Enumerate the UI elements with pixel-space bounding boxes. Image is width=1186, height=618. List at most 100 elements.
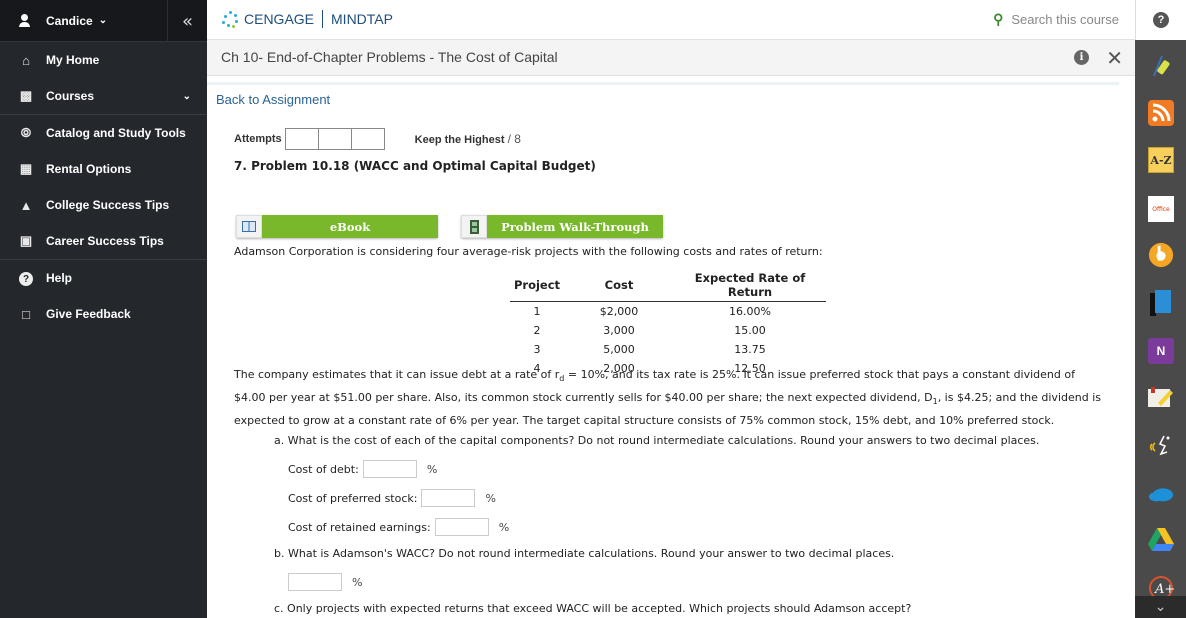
onenote-icon[interactable]: N <box>1148 338 1174 364</box>
sidebar-item-label: My Home <box>46 53 100 67</box>
sidebar-item-rental-options[interactable]: ▦ Rental Options <box>0 151 207 187</box>
scroll-down-button[interactable]: ⌄ <box>1135 596 1186 618</box>
wacc-input[interactable] <box>288 573 342 591</box>
question-b: b. What is Adamson's WACC? Do not round … <box>274 547 895 560</box>
return-cell: 15.00 <box>734 323 766 337</box>
sidebar-item-label: Catalog and Study Tools <box>46 126 186 140</box>
rss-icon[interactable] <box>1148 100 1174 126</box>
sidebar-item-help[interactable]: ? Help <box>0 260 207 296</box>
close-button[interactable]: ✕ <box>1106 46 1123 70</box>
sidebar-item-career-success[interactable]: ▣ Career Success Tips <box>0 223 207 259</box>
course-search[interactable]: ⚲ Search this course <box>993 11 1119 28</box>
activity-title: Ch 10- End-of-Chapter Problems - The Cos… <box>221 49 558 65</box>
activity-titlebar: Ch 10- End-of-Chapter Problems - The Cos… <box>207 40 1135 76</box>
collapse-sidebar-button[interactable]: « <box>167 0 207 42</box>
brand-name: CENGAGE <box>244 11 315 27</box>
svg-text:A+: A+ <box>1154 582 1174 597</box>
table-row: 2 3,000 15.00 <box>510 321 826 340</box>
sidebar-item-label: Help <box>46 271 73 285</box>
briefcase-icon: ▣ <box>19 233 33 248</box>
body-text: , is $4.25; and the dividend is <box>937 391 1101 405</box>
cengage-logo-icon <box>221 10 239 28</box>
column-header: Cost <box>564 270 674 302</box>
logo-divider <box>322 10 324 28</box>
attempts-row: Attempts Keep the Highest / 8 <box>234 128 521 150</box>
cost-cell: 5,000 <box>603 342 635 356</box>
sidebar-item-label: Courses <box>46 89 95 103</box>
problem-title: 7. Problem 10.18 (WACC and Optimal Capit… <box>234 159 596 173</box>
double-chevron-left-icon: « <box>181 10 193 32</box>
cengage-logo[interactable]: CENGAGE MINDTAP <box>221 10 393 28</box>
problem-walkthrough-button[interactable]: Problem Walk-Through <box>461 215 663 238</box>
project-cell: 2 <box>533 323 541 337</box>
wacc-row: % <box>284 573 362 591</box>
chevron-down-icon: ⌄ <box>1154 599 1167 615</box>
keep-highest: Keep the Highest / 8 <box>415 132 521 146</box>
info-icon[interactable]: i <box>1074 50 1089 65</box>
user-icon <box>18 13 32 28</box>
cost-of-preferred-stock-row: Cost of preferred stock: % <box>288 489 496 507</box>
a-z-glossary-icon[interactable]: A-Z <box>1148 147 1174 173</box>
question-circle-icon: ? <box>18 270 34 287</box>
home-icon: ⌂ <box>22 52 30 68</box>
sidebar-item-courses[interactable]: ▩ Courses ⌄ <box>0 78 207 114</box>
question-a: a. What is the cost of each of the capit… <box>274 434 1040 447</box>
cost-of-retained-earnings-row: Cost of retained earnings: % <box>288 518 509 536</box>
graduation-cap-icon: ▲ <box>19 197 33 213</box>
projects-table: Project Cost Expected Rate of Return 1 $… <box>510 270 826 378</box>
column-header: Project <box>510 270 564 302</box>
body-text: $4.00 per year at $51.00 per share. Also… <box>234 391 933 405</box>
ebook-button[interactable]: eBook <box>236 215 438 238</box>
sidebar-item-give-feedback[interactable]: □ Give Feedback <box>0 296 207 332</box>
onedrive-icon[interactable] <box>1148 480 1174 506</box>
readspeaker-icon[interactable] <box>1148 432 1174 458</box>
assignment-content: Back to Assignment Attempts Keep the Hig… <box>207 85 1135 618</box>
attempt-box <box>317 128 352 150</box>
help-button[interactable]: ? <box>1135 0 1186 40</box>
notes-icon[interactable] <box>1148 385 1174 411</box>
project-cell: 1 <box>533 304 541 318</box>
back-to-assignment-link[interactable]: Back to Assignment <box>216 92 330 107</box>
flashcards-icon[interactable] <box>1148 242 1174 268</box>
column-header: Expected Rate of Return <box>674 270 826 302</box>
cost-of-preferred-stock-input[interactable] <box>421 489 476 507</box>
unit-label: % <box>498 520 510 534</box>
cost-of-debt-row: Cost of debt: % <box>288 460 437 478</box>
sidebar-item-my-home[interactable]: ⌂ My Home <box>0 42 207 78</box>
sidebar-item-catalog[interactable]: ⦾ Catalog and Study Tools <box>0 115 207 151</box>
cost-of-retained-earnings-input[interactable] <box>434 518 489 536</box>
unit-label: % <box>352 575 363 589</box>
question-c: c. Only projects with expected returns t… <box>274 602 912 615</box>
highlighter-icon[interactable] <box>1148 52 1174 78</box>
user-menu[interactable]: Candice ⌄ <box>0 13 108 28</box>
field-label: Cost of preferred stock: <box>288 491 418 505</box>
user-name: Candice <box>46 13 93 28</box>
google-drive-icon[interactable] <box>1148 527 1174 553</box>
problem-body: The company estimates that it can issue … <box>234 365 1114 430</box>
cost-cell: 3,000 <box>603 323 635 337</box>
cost-of-debt-input[interactable] <box>362 460 417 478</box>
sidebar-item-college-success[interactable]: ▲ College Success Tips <box>0 187 207 223</box>
table-row: 1 $2,000 16.00% <box>510 302 826 321</box>
open-book-icon <box>236 215 262 238</box>
sidebar-item-label: Give Feedback <box>46 307 131 321</box>
top-header: CENGAGE MINDTAP ⚲ Search this course <box>207 0 1135 40</box>
body-text: The company estimates that it can issue … <box>234 368 560 381</box>
max-score: / 8 <box>507 132 521 146</box>
cost-cell: $2,000 <box>599 304 639 318</box>
help-icon: ? <box>1153 12 1169 28</box>
unit-label: % <box>426 462 438 476</box>
table-header-row: Project Cost Expected Rate of Return <box>510 270 826 302</box>
attempt-boxes <box>284 128 385 150</box>
field-label: Cost of retained earnings: <box>288 520 431 534</box>
open-book-icon: ▦ <box>19 161 33 176</box>
search-icon: ⚲ <box>993 11 1004 27</box>
chevron-down-icon: ⌄ <box>98 15 108 26</box>
office-icon[interactable]: Office <box>1148 196 1174 222</box>
film-icon <box>461 215 487 238</box>
attempt-box <box>284 128 319 150</box>
return-cell: 16.00% <box>729 304 771 318</box>
product-name: MINDTAP <box>331 11 393 27</box>
book-icon[interactable] <box>1148 290 1174 316</box>
attempt-box <box>350 128 385 150</box>
